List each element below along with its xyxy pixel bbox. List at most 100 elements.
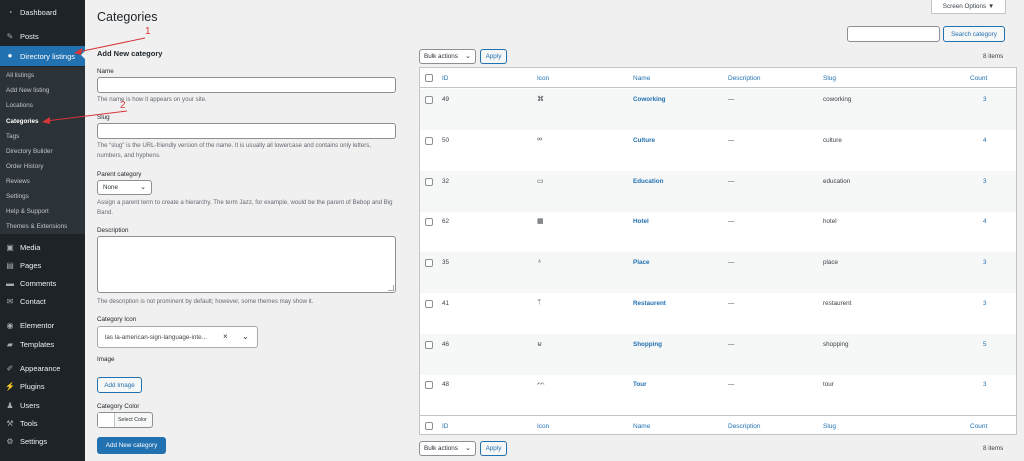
categories-table: ID Icon Name Description Slug Count 49 ⌘ C… — [419, 67, 1017, 435]
category-glyph-icon: ᨓ — [537, 380, 546, 388]
menu-dashboard[interactable]: ◔ Dashboard — [0, 4, 85, 21]
description-textarea[interactable] — [97, 236, 396, 293]
menu-contact[interactable]: ✉ Contact — [0, 293, 85, 310]
search-category-button[interactable]: Search category — [943, 26, 1005, 42]
color-picker-button[interactable]: Select Color — [97, 412, 153, 428]
menu-label: Dashboard — [20, 8, 57, 17]
cell-count-link[interactable]: 3 — [983, 300, 987, 307]
bulk-actions-select-bottom[interactable]: Bulk actions ⌄ — [419, 441, 476, 456]
cell-name-link[interactable]: Shopping — [633, 341, 662, 348]
menu-pages[interactable]: ▤ Pages — [0, 257, 85, 274]
table-row: 49 ⌘ Coworking — coworking 3 — [420, 89, 1016, 130]
row-checkbox[interactable] — [425, 218, 433, 227]
column-count[interactable]: Count — [970, 423, 987, 430]
column-id[interactable]: ID — [442, 75, 449, 82]
column-name[interactable]: Name — [633, 75, 650, 82]
table-row: 48 ᨓ Tour — tour 3 — [420, 374, 1016, 415]
row-checkbox[interactable] — [425, 96, 433, 104]
cell-count-link[interactable]: 3 — [983, 259, 987, 266]
menu-label: Media — [20, 243, 41, 252]
menu-label: Users — [20, 401, 40, 410]
row-checkbox[interactable] — [425, 136, 433, 145]
submenu-help-support[interactable]: Help & Support — [6, 208, 49, 215]
cell-name-link[interactable]: Education — [633, 178, 663, 185]
name-input[interactable] — [97, 77, 396, 93]
cell-name-link[interactable]: Culture — [633, 137, 655, 144]
submenu-reviews[interactable]: Reviews — [6, 178, 30, 185]
menu-users[interactable]: ♟ Users — [0, 397, 85, 414]
map-pin-icon: ● — [7, 51, 13, 60]
menu-tools[interactable]: ⚒ Tools — [0, 415, 85, 432]
cell-name-link[interactable]: Hotel — [633, 218, 649, 225]
column-description[interactable]: Description — [728, 75, 761, 82]
menu-comments[interactable]: ▬ Comments — [0, 275, 85, 292]
menu-directory-listings[interactable]: ● Directory listings — [0, 46, 86, 66]
cell-count-link[interactable]: 4 — [983, 137, 987, 144]
menu-templates[interactable]: ▰ Templates — [0, 336, 85, 353]
apply-button-bottom[interactable]: Apply — [480, 441, 507, 456]
cell-count-link[interactable]: 5 — [983, 341, 987, 348]
search-input[interactable] — [847, 26, 940, 42]
menu-plugins[interactable]: ⚡ Plugins — [0, 378, 85, 395]
slug-input[interactable] — [97, 123, 396, 139]
media-icon: ▣ — [6, 242, 14, 252]
category-icon-select[interactable]: las la-american-sign-language-inte... × … — [97, 326, 258, 348]
screen-options-button[interactable]: Screen Options ▼ — [931, 0, 1006, 14]
row-checkbox[interactable] — [425, 177, 433, 186]
row-checkbox[interactable] — [425, 299, 433, 308]
parent-select[interactable]: None ⌄ — [97, 180, 152, 195]
row-checkbox[interactable] — [425, 340, 433, 349]
column-count[interactable]: Count — [970, 75, 987, 82]
cell-count-link[interactable]: 3 — [983, 96, 987, 103]
table-row: 46 ⊌ Shopping — shopping 5 — [420, 333, 1016, 375]
add-image-button[interactable]: Add Image — [97, 377, 142, 393]
add-new-category-button[interactable]: Add New category — [97, 437, 166, 454]
select-all-checkbox[interactable] — [425, 422, 433, 430]
menu-settings[interactable]: ⚙ Settings — [0, 433, 85, 450]
apply-button-top[interactable]: Apply — [480, 49, 507, 64]
submenu-themes-extensions[interactable]: Themes & Extensions — [6, 223, 67, 230]
name-label: Name — [97, 68, 114, 75]
column-id[interactable]: ID — [442, 423, 449, 430]
column-slug[interactable]: Slug — [823, 423, 836, 430]
clear-icon[interactable]: × — [223, 332, 228, 341]
cell-description: — — [728, 381, 735, 389]
cell-id: 35 — [442, 259, 450, 266]
row-checkbox[interactable] — [425, 259, 433, 267]
menu-media[interactable]: ▣ Media — [0, 239, 85, 256]
category-glyph-icon: ⌘ — [537, 96, 544, 103]
select-all-checkbox[interactable] — [425, 74, 433, 82]
submenu-directory-builder[interactable]: Directory Builder — [6, 148, 53, 155]
description-label: Description — [97, 227, 129, 234]
submenu-settings[interactable]: Settings — [6, 193, 29, 200]
table-row: 50 ∞ Culture — culture 4 — [420, 130, 1016, 171]
column-slug[interactable]: Slug — [823, 75, 836, 82]
cell-name-link[interactable]: Place — [633, 259, 649, 266]
menu-appearance[interactable]: ✐ Appearance — [0, 360, 85, 377]
cell-name-link[interactable]: Restaurent — [633, 300, 666, 307]
row-checkbox[interactable] — [425, 381, 433, 390]
cell-name-link[interactable]: Coworking — [633, 96, 666, 103]
submenu-add-new-listing[interactable]: Add New listing — [6, 87, 49, 94]
cell-count-link[interactable]: 4 — [983, 218, 987, 225]
menu-posts[interactable]: ✎ Posts — [0, 28, 85, 45]
bulk-actions-select-top[interactable]: Bulk actions ⌄ — [419, 49, 476, 64]
cell-count-link[interactable]: 3 — [983, 381, 987, 388]
color-swatch — [98, 413, 115, 427]
menu-elementor[interactable]: ◉ Elementor — [0, 317, 85, 334]
table-row: 32 ▭ Education — education 3 — [420, 170, 1016, 212]
annotation-marker-2: 2 — [120, 100, 126, 111]
column-description[interactable]: Description — [728, 423, 761, 430]
cell-name-link[interactable]: Tour — [633, 381, 647, 388]
column-name[interactable]: Name — [633, 423, 650, 430]
cell-description: — — [728, 96, 735, 103]
cell-count-link[interactable]: 3 — [983, 178, 987, 185]
directory-submenu: All listings Add New listing Locations C… — [0, 67, 85, 234]
submenu-order-history[interactable]: Order History — [6, 163, 43, 170]
submenu-categories[interactable]: Categories — [6, 118, 39, 125]
menu-label: Pages — [20, 261, 42, 270]
submenu-all-listings[interactable]: All listings — [6, 72, 34, 79]
submenu-tags[interactable]: Tags — [6, 133, 19, 140]
submenu-locations[interactable]: Locations — [6, 102, 33, 109]
menu-label: Elementor — [20, 321, 55, 330]
